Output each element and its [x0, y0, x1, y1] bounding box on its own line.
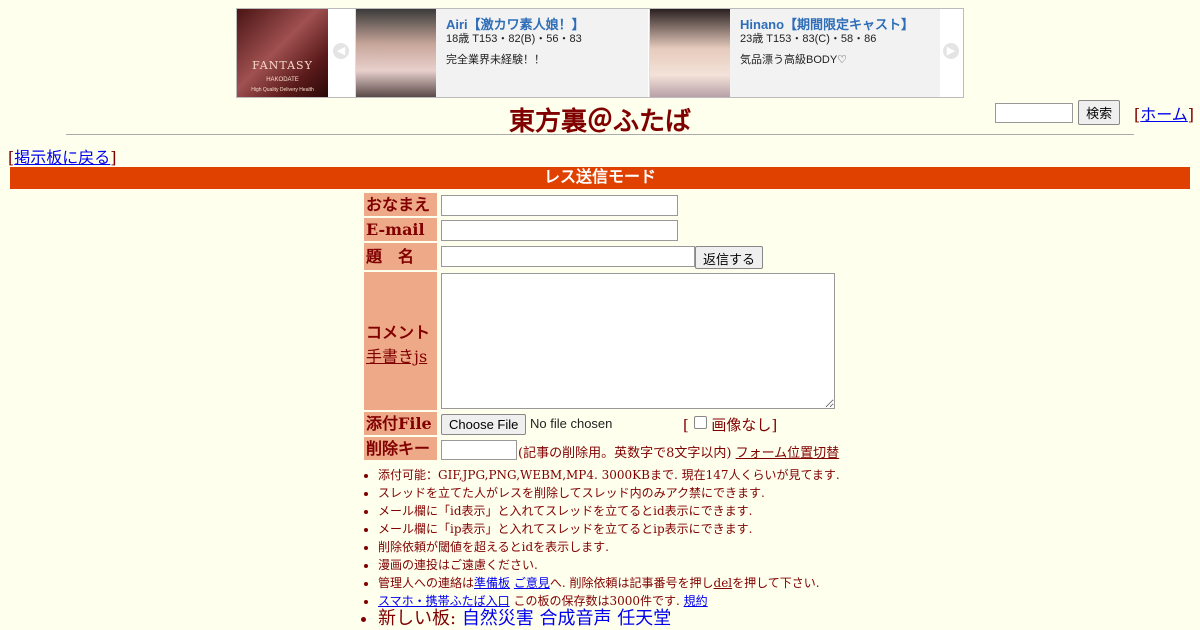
form-position-toggle-link[interactable]: フォーム位置切替 [736, 446, 840, 461]
search-input[interactable] [995, 102, 1073, 123]
ad-card-spec: 23歳 T153・83(C)・58・86 [740, 33, 877, 45]
ad-card[interactable]: Hinano【期間限定キャスト】 23歳 T153・83(C)・58・86 気品… [649, 9, 940, 97]
list-item: スレッドを立てた人がレスを削除してスレッド内のみアク禁にできます. [378, 484, 840, 502]
reply-submit-button[interactable]: 返信する [695, 246, 764, 269]
file-label: 添付File [364, 412, 437, 435]
list-item: メール欄に「ip表示」と入れてスレッドを立てるとip表示にできます. [378, 520, 840, 538]
no-image-checkbox[interactable] [693, 416, 707, 429]
email-label: E-mail [364, 218, 437, 241]
ad-logo-text: FANTASY [252, 59, 313, 72]
del-link[interactable]: del [714, 576, 733, 590]
carousel-prev-icon[interactable]: ◀ [333, 43, 349, 59]
ad-banner[interactable]: FANTASY HAKODATE High Quality Delivery H… [236, 8, 964, 98]
carousel-next-icon[interactable]: ▶ [943, 43, 959, 59]
board-link[interactable]: 自然災害 [462, 608, 534, 629]
file-picker: Choose File No file chosen [441, 414, 612, 435]
note-text: を押して下さい. [732, 576, 820, 590]
note-text: へ. 削除依頼は記事番号を押し [549, 576, 714, 590]
note-text: 管理人への連絡は [378, 576, 475, 590]
back-to-board-link[interactable]: 掲示板に戻る [14, 148, 110, 167]
ad-logo[interactable]: FANTASY HAKODATE High Quality Delivery H… [237, 9, 328, 97]
search-form: 検索 [995, 100, 1121, 125]
comment-label: コメント [366, 323, 431, 342]
notes-list: 添付可能：GIF,JPG,PNG,WEBM,MP4. 3000KBまで. 現在1… [364, 466, 840, 628]
ad-card-photo[interactable] [650, 9, 730, 97]
comment-textarea[interactable] [441, 273, 835, 409]
board-link[interactable]: 合成音声 [540, 608, 612, 629]
comment-label-cell: コメント 手書きjs [364, 272, 437, 410]
delkey-hint: (記事の削除用。英数字で8文字以内) [518, 446, 732, 461]
mobile-entrance-link[interactable]: スマホ・携帯ふたば入口 [378, 594, 510, 608]
reply-mode-bar: レス送信モード [10, 167, 1190, 189]
ad-card-spec: 18歳 T153・82(B)・56・83 [446, 33, 582, 45]
subject-input[interactable] [441, 246, 695, 267]
home-nav: [ホーム] [1134, 105, 1195, 124]
divider [66, 134, 1134, 135]
note-text: この板の保存数は3000件です. [509, 594, 680, 608]
list-item: 管理人への連絡は準備板 ご意見へ. 削除依頼は記事番号を押しdelを押して下さい… [378, 574, 840, 592]
list-item: 添付可能：GIF,JPG,PNG,WEBM,MP4. 3000KBまで. 現在1… [378, 466, 840, 484]
name-input[interactable] [441, 195, 678, 216]
delkey-hint-row: (記事の削除用。英数字で8文字以内) フォーム位置切替 [518, 442, 839, 461]
ad-card-catch: 完全業界未経験！！ [446, 54, 545, 66]
list-item: 削除依頼が閾値を超えるとidを表示します. [378, 538, 840, 556]
list-item: 漫画の連投はご遠慮ください. [378, 556, 840, 574]
board-link[interactable]: 任天堂 [617, 608, 671, 629]
ad-card-photo[interactable] [356, 9, 436, 97]
feedback-link[interactable]: ご意見 [514, 576, 550, 590]
search-button[interactable]: 検索 [1078, 100, 1121, 125]
delete-key-input[interactable] [441, 440, 517, 460]
ad-card-catch: 気品漂う高級BODY♡ [740, 54, 848, 66]
terms-link[interactable]: 規約 [684, 594, 708, 608]
new-boards-label: 新しい板: [378, 608, 457, 629]
home-link[interactable]: ホーム [1140, 105, 1188, 124]
no-image-label: 画像なし [711, 416, 772, 434]
junbi-board-link[interactable]: 準備板 [474, 576, 510, 590]
ad-logo-tagline: High Quality Delivery Health [251, 87, 314, 93]
subject-label: 題 名 [364, 243, 437, 270]
ad-card[interactable]: Airi【激カワ素人娘！】 18歳 T153・82(B)・56・83 完全業界未… [355, 9, 648, 97]
list-item: 新しい板: 自然災害 合成音声 任天堂 [378, 610, 840, 628]
handwrite-js-link[interactable]: 手書きjs [366, 347, 427, 366]
name-label: おなまえ [364, 193, 437, 216]
list-item: メール欄に「id表示」と入れてスレッドを立てるとid表示にできます. [378, 502, 840, 520]
no-image-option: [ 画像なし] [683, 416, 778, 434]
ad-logo-sub: HAKODATE [266, 77, 299, 83]
choose-file-button[interactable]: Choose File [441, 414, 527, 435]
back-nav: [掲示板に戻る] [8, 148, 117, 167]
file-status: No file chosen [530, 415, 613, 431]
delkey-label: 削除キー [364, 437, 437, 460]
email-input[interactable] [441, 220, 678, 241]
